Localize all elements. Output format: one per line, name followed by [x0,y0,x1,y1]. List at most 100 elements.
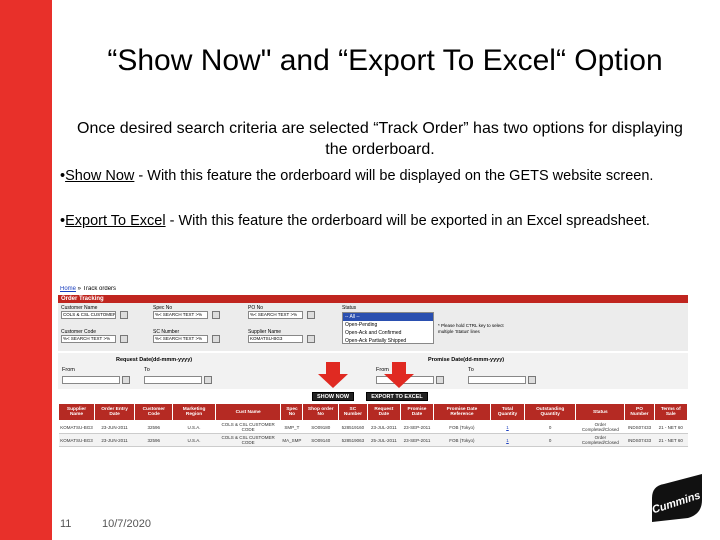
slide-date: 10/7/2020 [102,518,151,530]
search-icon[interactable] [307,335,315,343]
column-header[interactable]: Customer Code [134,403,174,421]
search-icon[interactable] [307,311,315,319]
column-header[interactable]: Status [575,403,626,421]
table-cell: 21 - NET 60 [654,433,688,447]
request-date-label: Request Date(dd-mmm-yyyy) [116,357,193,363]
po-no-field: PO No %< SEARCH TEXT >% [248,305,303,319]
status-label: Status [342,305,357,311]
table-cell: Order Completed/Closed [575,420,625,434]
bullet-term: Show Now [65,168,135,184]
export-to-excel-button[interactable]: EXPORT TO EXCEL [366,392,428,401]
cummins-logo: Cummins [651,474,702,522]
column-header[interactable]: Terms of Sale [653,403,688,421]
table-cell: 32596 [134,420,173,434]
table-cell: SMP_T [280,420,303,434]
to-label: To [144,367,150,373]
column-header[interactable]: Order Entry Date [93,403,136,421]
show-now-button[interactable]: SHOW NOW [312,392,354,401]
table-cell: 0 [524,433,576,447]
bullet-export: •Export To Excel - With this feature the… [60,213,650,229]
column-header[interactable]: Shop order No [302,403,339,421]
column-header[interactable]: Promise Date [399,403,435,421]
column-header[interactable]: Cust Name [214,403,282,421]
table-cell: 25-JUL-2011 [367,433,401,447]
status-option[interactable]: -- All -- [343,313,433,321]
spec-no-input[interactable]: %< SEARCH TEXT >% [153,311,208,319]
bullet-term: Export To Excel [65,213,166,229]
table-cell: SO09180 [302,420,339,434]
table-cell: 32596 [134,433,173,447]
column-header[interactable]: Outstanding Quantity [524,403,577,421]
request-from-input[interactable] [62,376,120,384]
search-icon[interactable] [212,311,220,319]
column-header[interactable]: SC Number [337,403,368,421]
section-header: Order Tracking [58,295,688,303]
table-cell: SO09140 [302,433,339,447]
column-header[interactable]: Spec No [280,403,304,421]
table-row: KOMATSU-BG3 23-JUN-2011 32596 U.S.A. COL… [58,420,688,434]
table-cell: 0 [524,420,576,434]
table-cell: U.S.A. [172,433,216,447]
to-label: To [468,367,474,373]
request-to-input[interactable] [144,376,202,384]
arrow-down-icon [384,362,414,388]
table-cell: FOB (Tokyo) [433,420,491,434]
calendar-icon[interactable] [204,376,212,384]
search-icon[interactable] [120,335,128,343]
column-header[interactable]: Marketing Region [172,403,216,421]
table-cell: FOB (Tokyo) [433,433,491,447]
table-cell: INDS07433 [624,420,655,434]
column-header[interactable]: Request Date [366,403,401,421]
column-header[interactable]: Total Quantity [489,403,526,421]
table-cell: U.S.A. [172,420,216,434]
po-no-input[interactable]: %< SEARCH TEXT >% [248,311,303,319]
breadcrumb-home-link[interactable]: Home [60,286,76,292]
search-panel: Customer Name COLS & CSL CUSTOMER Spec N… [58,303,688,351]
table-cell: 528519063 [338,433,368,447]
from-label: From [62,367,75,373]
sc-number-input[interactable]: %< SEARCH TEXT >% [153,335,208,343]
brand-sidebar-bar [0,0,52,540]
table-cell: 23-JUN-2011 [94,433,135,447]
date-filter-bar: Request Date(dd-mmm-yyyy) Promise Date(d… [58,353,688,389]
promise-to-input[interactable] [468,376,526,384]
search-icon[interactable] [212,335,220,343]
table-cell: 23-JUL-2011 [367,420,401,434]
status-option[interactable]: Open-Ack and Confirmed [343,329,433,337]
gets-screenshot: Home » Track orders Order Tracking Custo… [58,286,688,456]
customer-code-input[interactable]: %< SEARCH TEXT >% [61,335,116,343]
bullet-show-now: •Show Now - With this feature the orderb… [60,168,654,184]
search-icon[interactable] [120,311,128,319]
bullet-text: - With this feature the orderboard will … [165,213,650,229]
supplier-name-input[interactable]: KOMATSU-BG3 [248,335,303,343]
slide-title: “Show Now" and “Export To Excel“ Option [107,44,663,77]
calendar-icon[interactable] [528,376,536,384]
table-cell: COLS & CSL CUSTOMER CODE [215,433,281,447]
status-option[interactable]: Open-Pending [343,321,433,329]
spec-no-field: Spec No %< SEARCH TEXT >% [153,305,208,319]
breadcrumb: Home » Track orders [60,286,116,292]
customer-name-field: Customer Name COLS & CSL CUSTOMER [61,305,116,319]
table-cell-link[interactable]: 1 [490,420,525,434]
calendar-icon[interactable] [122,376,130,384]
table-cell: Order Completed/Closed [575,433,625,447]
orderboard-table: Supplier Name Order Entry Date Customer … [58,403,688,447]
table-cell: KOMATSU-BG3 [58,433,95,447]
table-cell: COLS & CSL CUSTOMER CODE [215,420,281,434]
status-select[interactable]: -- All -- Open-Pending Open-Ack and Conf… [342,312,434,344]
customer-code-field: Customer Code %< SEARCH TEXT >% [61,329,116,343]
column-header[interactable]: PO Number [624,403,655,421]
calendar-icon[interactable] [436,376,444,384]
table-header-row: Supplier Name Order Entry Date Customer … [58,403,688,421]
customer-name-input[interactable]: COLS & CSL CUSTOMER [61,311,116,319]
table-cell: KOMATSU-BG3 [58,420,95,434]
table-cell-link[interactable]: 1 [490,433,525,447]
supplier-name-field: Supplier Name KOMATSU-BG3 [248,329,303,343]
promise-date-label: Promise Date(dd-mmm-yyyy) [428,357,505,363]
table-cell: 23-SEP-2011 [400,420,434,434]
column-header[interactable]: Supplier Name [58,403,95,421]
status-option[interactable]: Open-Ack Partially Shipped [343,337,433,345]
slide-intro: Once desired search criteria are selecte… [77,120,683,158]
sc-number-field: SC Number %< SEARCH TEXT >% [153,329,208,343]
column-header[interactable]: Promise Date Reference [433,403,491,421]
